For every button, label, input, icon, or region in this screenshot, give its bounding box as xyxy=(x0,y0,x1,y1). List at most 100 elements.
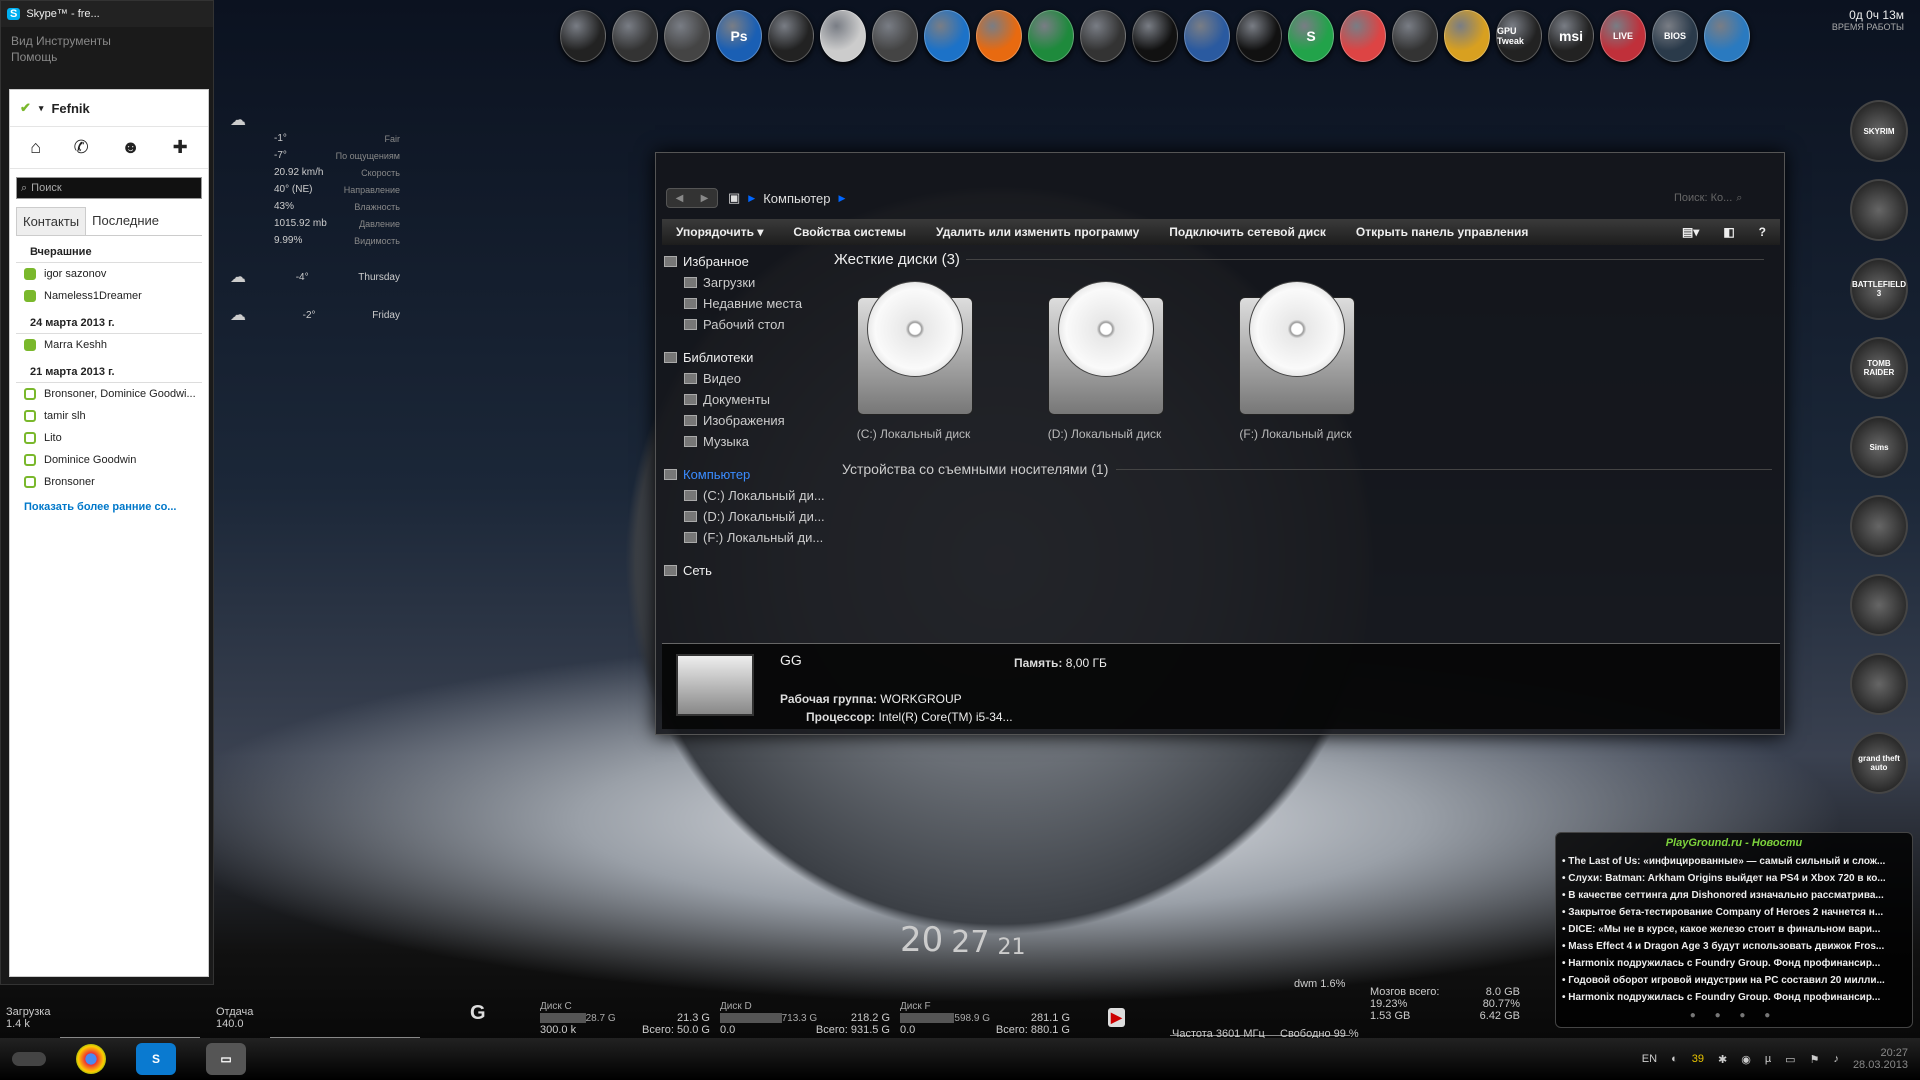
origin-icon[interactable]: ◉ xyxy=(1741,1053,1751,1066)
explorer-search[interactable]: Поиск: Ко... ⌕ xyxy=(1674,188,1774,208)
network-icon[interactable]: ◐ xyxy=(1671,1053,1678,1065)
news-item[interactable]: • DICE: «Мы не в курсе, какое железо сто… xyxy=(1556,921,1912,938)
dock-icon-5[interactable] xyxy=(820,10,866,62)
skype-search-input[interactable]: Поиск xyxy=(31,182,61,194)
cmd-map-drive[interactable]: Подключить сетевой диск xyxy=(1169,225,1326,239)
cmd-uninstall[interactable]: Удалить или изменить программу xyxy=(936,225,1139,239)
game-shortcut[interactable]: BATTLEFIELD 3 xyxy=(1850,258,1908,320)
tray-clock[interactable]: 20:27 28.03.2013 xyxy=(1853,1047,1908,1071)
news-item[interactable]: • Годовой оборот игровой индустрии на PC… xyxy=(1556,972,1912,989)
dock-icon-13[interactable] xyxy=(1236,10,1282,62)
dock-icon-20[interactable]: LIVE xyxy=(1600,10,1646,62)
skype-menu-row-2[interactable]: Помощь xyxy=(11,49,203,65)
game-shortcut[interactable] xyxy=(1850,495,1908,557)
contact-item[interactable]: Lito xyxy=(10,427,208,449)
home-icon[interactable]: ⌂ xyxy=(30,137,41,158)
dock-icon-18[interactable]: GPU Tweak xyxy=(1496,10,1542,62)
breadcrumb-computer[interactable]: Компьютер xyxy=(763,191,830,206)
contact-item[interactable]: igor sazonov xyxy=(10,263,208,285)
chrome-icon[interactable] xyxy=(76,1044,106,1074)
news-item[interactable]: • В качестве сеттинга для Dishonored изн… xyxy=(1556,887,1912,904)
tray-counter[interactable]: 39 xyxy=(1692,1053,1704,1065)
game-shortcut[interactable]: Sims xyxy=(1850,416,1908,478)
phone-icon[interactable]: ✆ xyxy=(74,137,89,158)
tab-contacts[interactable]: Контакты xyxy=(16,207,87,235)
forward-icon[interactable]: ▶ xyxy=(701,193,709,204)
back-icon[interactable]: ◀ xyxy=(676,193,684,204)
dock-icon-19[interactable]: msi xyxy=(1548,10,1594,62)
dock-icon-1[interactable] xyxy=(612,10,658,62)
contact-item[interactable]: tamir slh xyxy=(10,405,208,427)
removable-section-header[interactable]: Устройства со съемными носителями (1) xyxy=(842,461,1772,477)
dock-icon-12[interactable] xyxy=(1184,10,1230,62)
skype-taskbar-icon[interactable]: S xyxy=(136,1043,176,1075)
dock-icon-15[interactable] xyxy=(1340,10,1386,62)
tree-item[interactable]: Сеть xyxy=(664,560,824,581)
explorer-taskbar-icon[interactable]: ▭ xyxy=(206,1043,246,1075)
dock-icon-9[interactable] xyxy=(1028,10,1074,62)
show-more-link[interactable]: Показать более ранние со... xyxy=(10,493,208,521)
dock-icon-2[interactable] xyxy=(664,10,710,62)
tree-item[interactable]: Загрузки xyxy=(664,272,824,293)
dock-icon-8[interactable] xyxy=(976,10,1022,62)
contact-item[interactable]: Nameless1Dreamer xyxy=(10,285,208,307)
dock-icon-14[interactable]: S xyxy=(1288,10,1334,62)
dock-icon-0[interactable] xyxy=(560,10,606,62)
news-item[interactable]: • Слухи: Batman: Arkham Origins выйдет н… xyxy=(1556,870,1912,887)
dock-icon-3[interactable]: Ps xyxy=(716,10,762,62)
tree-item[interactable]: Изображения xyxy=(664,410,824,431)
news-item[interactable]: • Harmonix подружилась с Foundry Group. … xyxy=(1556,989,1912,1006)
contact-item[interactable]: Dominice Goodwin xyxy=(10,449,208,471)
hdd-section-header[interactable]: Жесткие диски (3) xyxy=(834,251,1764,268)
tree-item[interactable]: Документы xyxy=(664,389,824,410)
tree-item[interactable]: (C:) Локальный ди... xyxy=(664,485,824,506)
dock-icon-16[interactable] xyxy=(1392,10,1438,62)
drive-item[interactable]: (D:) Локальный диск xyxy=(1037,277,1172,441)
flag-icon[interactable]: ⚑ xyxy=(1810,1053,1820,1066)
game-shortcut[interactable] xyxy=(1850,574,1908,636)
skype-search[interactable]: ⌕ Поиск xyxy=(16,177,202,199)
tree-item[interactable]: (D:) Локальный ди... xyxy=(664,506,824,527)
tree-item[interactable]: Избранное xyxy=(664,251,824,272)
skype-menu-row-1[interactable]: Вид Инструменты xyxy=(11,33,203,49)
dock-icon-21[interactable]: BIOS xyxy=(1652,10,1698,62)
news-pager[interactable]: ● ● ● ● xyxy=(1556,1010,1912,1021)
youtube-icon[interactable]: ▶ xyxy=(1108,1008,1125,1027)
preview-pane-icon[interactable]: ◧ xyxy=(1723,225,1734,239)
news-title[interactable]: PlayGround.ru - Новости xyxy=(1556,833,1912,853)
dock-icon-4[interactable] xyxy=(768,10,814,62)
contact-item[interactable]: Bronsoner, Dominice Goodwi... xyxy=(10,383,208,405)
news-item[interactable]: • Закрытое бета-тестирование Company of … xyxy=(1556,904,1912,921)
tree-item[interactable]: (F:) Локальный ди... xyxy=(664,527,824,548)
help-icon[interactable]: ? xyxy=(1759,225,1766,239)
cmd-control-panel[interactable]: Открыть панель управления xyxy=(1356,225,1528,239)
tree-item[interactable]: Видео xyxy=(664,368,824,389)
tree-item[interactable]: Музыка xyxy=(664,431,824,452)
tree-item[interactable]: Компьютер xyxy=(664,464,824,485)
game-shortcut[interactable] xyxy=(1850,653,1908,715)
dock-icon-11[interactable] xyxy=(1132,10,1178,62)
bluetooth-icon[interactable]: ✱ xyxy=(1718,1053,1727,1066)
group-icon[interactable]: ☻ xyxy=(121,137,140,158)
skype-user[interactable]: ✔ ▾ Fefnik xyxy=(10,90,208,126)
contact-item[interactable]: Bronsoner xyxy=(10,471,208,493)
game-shortcut[interactable] xyxy=(1850,179,1908,241)
news-item[interactable]: • Harmonix подружилась с Foundry Group. … xyxy=(1556,955,1912,972)
news-item[interactable]: • The Last of Us: «инфицированные» — сам… xyxy=(1556,853,1912,870)
drive-item[interactable]: (C:) Локальный диск xyxy=(846,277,981,441)
start-button[interactable] xyxy=(12,1052,46,1066)
game-shortcut[interactable]: SKYRIM xyxy=(1850,100,1908,162)
monitor-icon[interactable]: ▭ xyxy=(1785,1053,1795,1066)
news-item[interactable]: • Mass Effect 4 и Dragon Age 3 будут исп… xyxy=(1556,938,1912,955)
language-indicator[interactable]: EN xyxy=(1642,1053,1657,1065)
contact-item[interactable]: Marra Keshh xyxy=(10,334,208,356)
skype-titlebar[interactable]: S Skype™ - fre... xyxy=(1,1,213,27)
tree-item[interactable]: Недавние места xyxy=(664,293,824,314)
dock-icon-10[interactable] xyxy=(1080,10,1126,62)
google-icon[interactable]: G xyxy=(470,1002,486,1025)
drive-item[interactable]: (F:) Локальный диск xyxy=(1228,277,1363,441)
breadcrumb[interactable]: ▣ ▶ Компьютер ▶ xyxy=(728,190,845,206)
add-contact-icon[interactable]: ✚ xyxy=(173,137,188,158)
tab-recent[interactable]: Последние xyxy=(86,207,165,235)
tree-item[interactable]: Рабочий стол xyxy=(664,314,824,335)
